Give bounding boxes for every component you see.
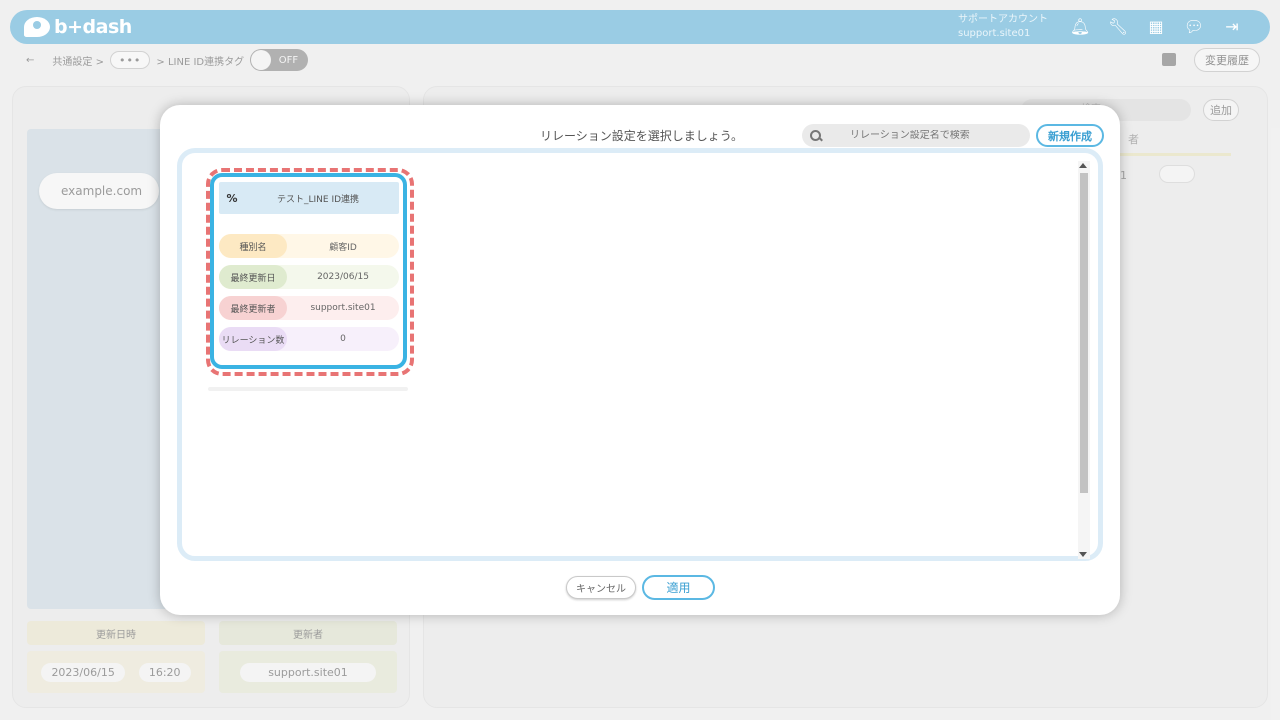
row-label: 最終更新日	[219, 265, 287, 289]
card-row-last-updated: 最終更新日 2023/06/15	[219, 265, 399, 289]
row-label: 最終更新者	[219, 296, 287, 320]
new-create-button[interactable]: 新規作成	[1036, 124, 1104, 147]
card-row-type: 種別名 顧客ID	[219, 234, 399, 258]
row-value: support.site01	[310, 303, 376, 313]
modal-title: リレーション設定を選択しましょう。	[540, 129, 744, 143]
relation-search-input[interactable]	[850, 130, 1020, 141]
card-title: テスト_LINE ID連携	[277, 194, 360, 205]
row-label: 種別名	[219, 234, 287, 258]
card-row-last-updater: 最終更新者 support.site01	[219, 296, 399, 320]
row-value: 顧客ID	[329, 242, 357, 253]
card-header: % テスト_LINE ID連携	[219, 182, 399, 214]
relation-card[interactable]: % テスト_LINE ID連携 種別名 顧客ID 最終更新日 2023/06/1…	[210, 173, 407, 369]
relation-search-box	[802, 124, 1030, 147]
row-value: 2023/06/15	[317, 272, 369, 282]
row-label: リレーション数	[219, 327, 287, 351]
row-value: 0	[340, 334, 346, 344]
relation-select-modal: リレーション設定を選択しましょう。 新規作成 % テスト_LINE ID連携 種…	[160, 105, 1120, 615]
scroll-thumb[interactable]	[1080, 173, 1088, 493]
scroll-down-arrow-icon[interactable]	[1079, 552, 1087, 557]
search-icon	[810, 129, 822, 142]
cancel-button[interactable]: キャンセル	[566, 576, 636, 599]
percent-icon: %	[226, 191, 238, 205]
card-bottom-shadow	[208, 387, 408, 391]
apply-button[interactable]: 適用	[642, 575, 715, 600]
scroll-up-arrow-icon[interactable]	[1079, 163, 1087, 168]
card-row-relation-count: リレーション数 0	[219, 327, 399, 351]
scrollbar[interactable]	[1078, 161, 1090, 559]
